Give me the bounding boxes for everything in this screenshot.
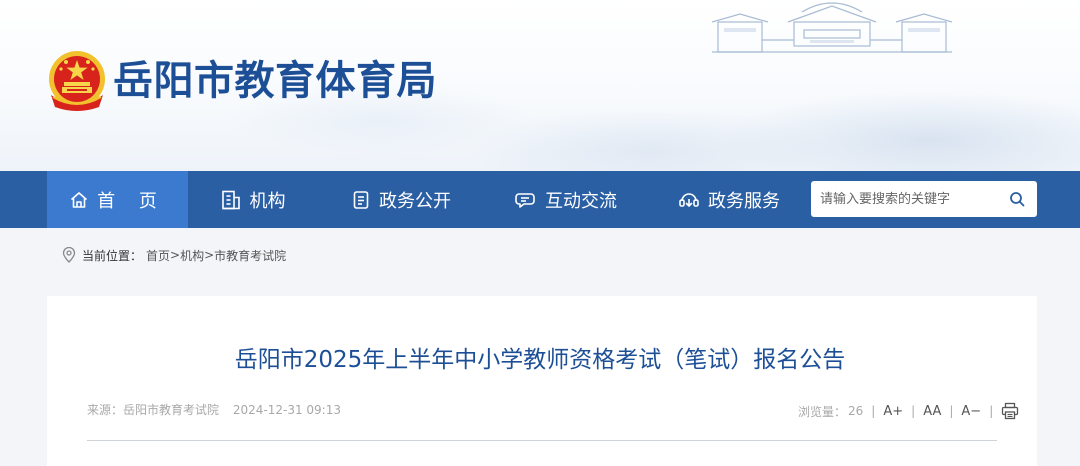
views-count: 26 <box>848 404 864 418</box>
site-title: 岳阳市教育体育局 <box>113 58 437 104</box>
nav-item-label: 政务服务 <box>708 190 780 212</box>
nav-item-label: 机构 <box>249 190 286 212</box>
chat-icon <box>515 192 535 208</box>
tool-divider: | <box>949 404 954 418</box>
breadcrumb-separator: > <box>204 248 215 262</box>
breadcrumb-link-home[interactable]: 首页 <box>146 247 170 264</box>
tool-divider: | <box>911 404 916 418</box>
breadcrumb: 当前位置： 首页 > 机构 > 市教育考试院 <box>62 245 286 265</box>
search-box <box>811 181 1037 217</box>
home-icon <box>71 191 88 208</box>
breadcrumb-link-organization[interactable]: 机构 <box>180 247 204 264</box>
article-meta: 来源：岳阳市教育考试院 2024-12-31 09:13 <box>87 401 341 418</box>
article-divider <box>87 440 997 441</box>
nav-item-organization[interactable]: 机构 <box>205 171 300 228</box>
article-tools: 浏览量： 26 | A+ | AA | A− | <box>798 401 1019 421</box>
breadcrumb-prefix: 当前位置： <box>82 248 143 263</box>
nav-item-label: 政务公开 <box>379 190 451 212</box>
nav-item-label: 首 页 <box>97 190 166 212</box>
tool-divider: | <box>989 404 994 418</box>
organization-icon <box>221 190 240 209</box>
article-source: 来源：岳阳市教育考试院 <box>87 403 220 417</box>
nav-item-interaction[interactable]: 互动交流 <box>505 171 627 228</box>
nav-item-home[interactable]: 首 页 <box>47 171 188 228</box>
tool-divider: | <box>871 404 876 418</box>
search-icon[interactable] <box>1009 191 1025 207</box>
document-icon <box>353 190 369 209</box>
breadcrumb-separator: > <box>170 248 181 262</box>
national-emblem-icon <box>49 51 105 111</box>
font-reset-button[interactable]: AA <box>923 404 941 419</box>
nav-item-services[interactable]: 政务服务 <box>668 171 790 228</box>
header-banner: 岳阳市教育体育局 <box>0 0 1080 171</box>
search-input[interactable] <box>811 182 995 216</box>
service-icon <box>679 192 699 207</box>
location-pin-icon <box>62 247 76 263</box>
nav-item-label: 互动交流 <box>545 190 617 212</box>
breadcrumb-link-current[interactable]: 市教育考试院 <box>214 247 286 264</box>
article-date: 2024-12-31 09:13 <box>232 403 341 417</box>
font-larger-button[interactable]: A+ <box>883 404 903 419</box>
views-label: 浏览量： <box>798 404 847 419</box>
yueyang-tower-illustration <box>712 2 952 53</box>
nav-item-government-affairs[interactable]: 政务公开 <box>340 171 462 228</box>
article-title: 岳阳市2025年上半年中小学教师资格考试（笔试）报名公告 <box>234 347 846 373</box>
print-icon[interactable] <box>1001 402 1019 420</box>
font-smaller-button[interactable]: A− <box>961 404 981 419</box>
